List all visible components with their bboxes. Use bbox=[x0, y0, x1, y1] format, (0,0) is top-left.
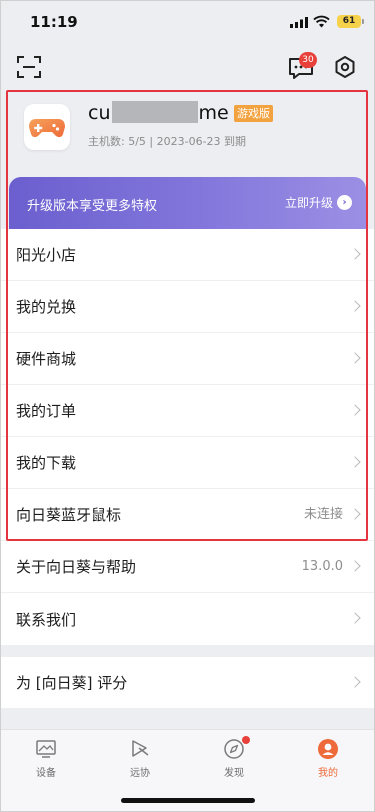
chevron-right-icon bbox=[349, 456, 361, 468]
home-indicator bbox=[121, 798, 255, 803]
menu-item-my-orders[interactable]: 我的订单 bbox=[0, 385, 375, 437]
tab-label: 我的 bbox=[318, 768, 338, 779]
chevron-right-icon bbox=[349, 612, 361, 624]
chevron-right-icon bbox=[349, 676, 361, 688]
menu-item-hardware-store[interactable]: 硬件商城 bbox=[0, 333, 375, 385]
tab-label: 设备 bbox=[36, 768, 56, 779]
menu-item-label: 我的兑换 bbox=[16, 298, 77, 316]
menu-item-label: 阳光小店 bbox=[16, 246, 77, 264]
upgrade-now-button[interactable]: 立即升级 › bbox=[285, 194, 352, 211]
menu-item-label: 向日葵蓝牙鼠标 bbox=[16, 506, 122, 524]
settings-icon[interactable] bbox=[333, 55, 357, 79]
wifi-icon bbox=[313, 15, 330, 28]
tab-remote-assist[interactable]: 远协 bbox=[110, 738, 170, 779]
upgrade-banner[interactable]: 升级版本享受更多特权 立即升级 › bbox=[9, 177, 366, 229]
scan-icon[interactable] bbox=[16, 55, 42, 79]
upgrade-action-label: 立即升级 bbox=[284, 196, 333, 210]
menu-item-my-downloads[interactable]: 我的下载 bbox=[0, 437, 375, 489]
host-info: 主机数: 5/5 | 2023-06-23 到期 bbox=[88, 135, 247, 148]
menu-item-label: 联系我们 bbox=[16, 610, 77, 629]
profile-icon bbox=[318, 739, 338, 759]
tab-label: 发现 bbox=[224, 768, 244, 779]
avatar[interactable] bbox=[24, 104, 70, 150]
menu-item-label: 为 [向日葵] 评分 bbox=[16, 674, 128, 692]
status-time: 11:19 bbox=[30, 13, 78, 31]
menu-item-label: 关于向日葵与帮助 bbox=[16, 558, 137, 576]
username: cu me bbox=[88, 100, 229, 126]
chevron-right-icon bbox=[349, 300, 361, 312]
username-redaction bbox=[111, 101, 198, 123]
notification-dot bbox=[242, 736, 250, 744]
menu-item-rate-app[interactable]: 为 [向日葵] 评分 bbox=[0, 657, 375, 709]
menu-item-label: 我的订单 bbox=[16, 402, 77, 420]
menu-item-sunshine-store[interactable]: 阳光小店 bbox=[0, 229, 375, 281]
message-badge: 30 bbox=[299, 52, 317, 68]
chevron-right-icon bbox=[349, 508, 361, 520]
connection-status: 未连接 bbox=[303, 507, 343, 522]
menu-item-label: 我的下载 bbox=[16, 454, 77, 472]
chevron-right-icon bbox=[349, 248, 361, 260]
menu-item-bluetooth-mouse[interactable]: 向日葵蓝牙鼠标 未连接 bbox=[0, 489, 375, 541]
menu-item-label: 硬件商城 bbox=[16, 350, 77, 368]
upgrade-text: 升级版本享受更多特权 bbox=[27, 199, 158, 214]
chevron-right-icon bbox=[349, 352, 361, 364]
chevron-right-icon bbox=[349, 404, 361, 416]
status-bar: 11:19 61 bbox=[0, 0, 375, 44]
edition-badge: 游戏版 bbox=[234, 105, 273, 122]
tab-label: 远协 bbox=[130, 768, 150, 779]
arrow-right-icon: › bbox=[337, 195, 352, 210]
tab-discover[interactable]: 发现 bbox=[204, 736, 264, 779]
device-icon bbox=[36, 740, 56, 758]
remote-assist-icon bbox=[132, 740, 149, 757]
menu-list: 阳光小店 我的兑换 硬件商城 我的订单 我的下载 向日葵蓝牙鼠标 未连接 关于向… bbox=[0, 229, 375, 645]
app-version: 13.0.0 bbox=[301, 559, 343, 574]
signal-icon bbox=[290, 17, 308, 28]
menu-item-contact-us[interactable]: 联系我们 bbox=[0, 593, 375, 645]
battery-icon: 61 bbox=[337, 15, 364, 28]
username-prefix: cu bbox=[88, 102, 111, 124]
gamepad-icon bbox=[29, 119, 65, 138]
username-suffix: me bbox=[198, 102, 229, 124]
menu-item-about-help[interactable]: 关于向日葵与帮助 13.0.0 bbox=[0, 541, 375, 593]
chevron-right-icon bbox=[349, 560, 361, 572]
tab-devices[interactable]: 设备 bbox=[16, 738, 76, 779]
tab-mine[interactable]: 我的 bbox=[298, 738, 358, 779]
menu-item-my-redemptions[interactable]: 我的兑换 bbox=[0, 281, 375, 333]
